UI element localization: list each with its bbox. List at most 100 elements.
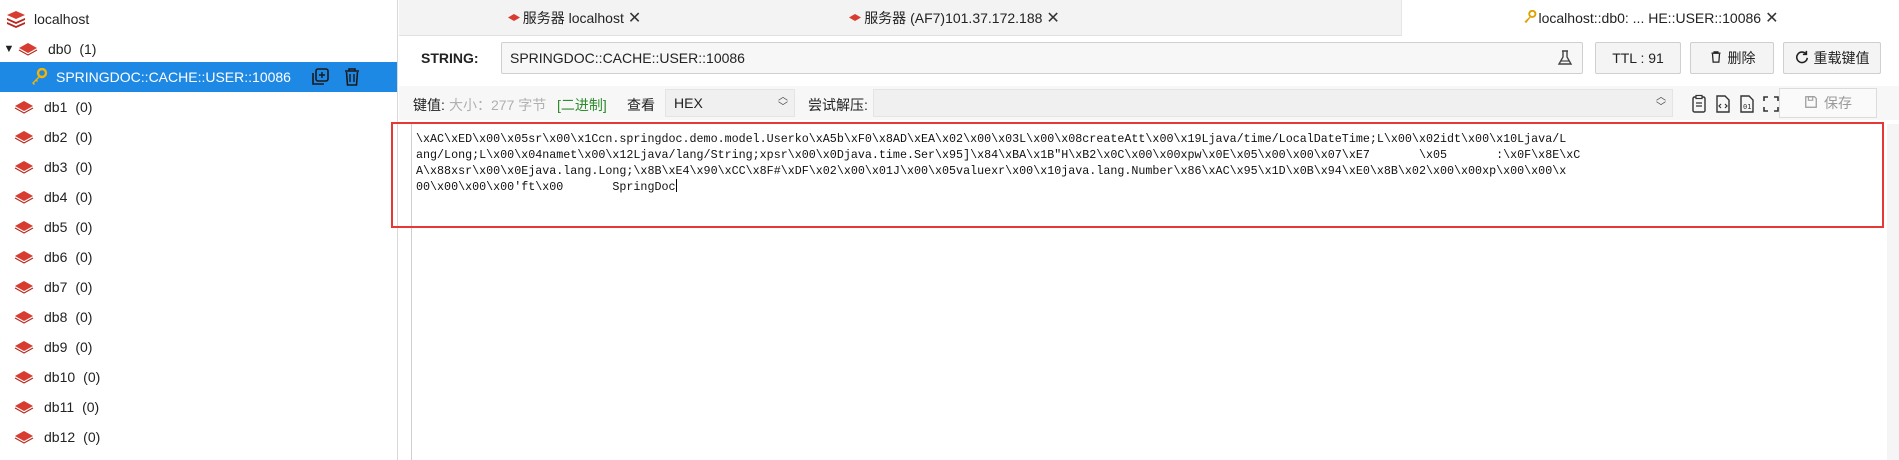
- db0-row[interactable]: ▼ db0 (1): [0, 34, 397, 64]
- db-label: db6: [44, 249, 68, 265]
- text-cursor: [675, 179, 677, 192]
- redis-db-icon: [14, 220, 34, 234]
- save-button[interactable]: 保存: [1779, 88, 1877, 118]
- value-label: 键值:: [413, 97, 445, 113]
- sidebar-tree: localhost ▼ db0 (1) SPRINGDOC::CACHE::US…: [0, 0, 398, 460]
- db-label: db4: [44, 189, 68, 205]
- db-label: db9: [44, 339, 68, 355]
- chevron-updown-icon: ︿ ﹀: [778, 92, 788, 113]
- key-name-value: SPRINGDOC::CACHE::USER::10086: [510, 50, 745, 66]
- db-count: (0): [75, 159, 93, 175]
- flask-icon[interactable]: [1556, 49, 1574, 70]
- key-row-selected[interactable]: SPRINGDOC::CACHE::USER::10086: [0, 62, 397, 92]
- db-count: (0): [75, 279, 93, 295]
- redis-db-icon: [14, 160, 34, 174]
- vertical-scrollbar[interactable]: [1887, 124, 1899, 460]
- db-count: (0): [83, 369, 101, 385]
- key-icon: [1523, 9, 1537, 27]
- connection-label: localhost: [34, 11, 90, 27]
- db-count: (0): [75, 309, 93, 325]
- value-line: ang/Long;L\x00\x04namet\x00\x12Ljava/lan…: [416, 148, 1581, 162]
- sidebar-item-db5[interactable]: db5 (0): [0, 212, 397, 242]
- sidebar-item-db2[interactable]: db2 (0): [0, 122, 397, 152]
- sidebar-item-db3[interactable]: db3 (0): [0, 152, 397, 182]
- close-icon[interactable]: ✕: [628, 8, 641, 28]
- copy-icon[interactable]: [309, 66, 331, 88]
- redis-stack-icon: [6, 10, 28, 28]
- view-label: 查看: [627, 97, 655, 113]
- db-label: db5: [44, 219, 68, 235]
- tab-server-remote[interactable]: 服务器 (AF7)101.37.172.188 ✕: [749, 0, 1159, 36]
- close-icon[interactable]: ✕: [1046, 8, 1059, 28]
- clipboard-icon[interactable]: [1689, 94, 1709, 114]
- db-label: db7: [44, 279, 68, 295]
- reload-icon: [1795, 50, 1809, 67]
- value-content[interactable]: \xAC\xED\x00\x05sr\x00\x1Ccn.springdoc.d…: [416, 131, 1884, 195]
- redis-db-icon: [14, 370, 34, 384]
- db-count: (0): [75, 129, 93, 145]
- db-label: db2: [44, 129, 68, 145]
- value-line: 00\x00\x00\x00'ft\x00 SpringDoc: [416, 180, 676, 194]
- redis-db-icon: [14, 310, 34, 324]
- value-line: \xAC\xED\x00\x05sr\x00\x1Ccn.springdoc.d…: [416, 132, 1567, 146]
- connection-row[interactable]: localhost: [0, 4, 397, 34]
- sidebar-item-db7[interactable]: db7 (0): [0, 272, 397, 302]
- sidebar-item-db6[interactable]: db6 (0): [0, 242, 397, 272]
- db0-label: db0: [48, 41, 72, 57]
- db-count: (0): [75, 99, 93, 115]
- svg-text:01: 01: [1743, 103, 1751, 111]
- redis-db-icon: [507, 10, 521, 26]
- sidebar-item-db12[interactable]: db12 (0): [0, 422, 397, 452]
- delete-label: 删除: [1727, 50, 1756, 66]
- key-header: STRING: SPRINGDOC::CACHE::USER::10086 TT…: [399, 38, 1899, 78]
- tab-label: 服务器 (AF7)101.37.172.188: [864, 10, 1043, 26]
- tab-label: localhost::db0: ... HE::USER::10086: [1538, 10, 1762, 26]
- db-label: db1: [44, 99, 68, 115]
- redis-db-icon: [14, 250, 34, 264]
- tab-bar: 服务器 localhost ✕ 服务器 (AF7)101.37.172.188 …: [399, 0, 1899, 36]
- selected-key-label: SPRINGDOC::CACHE::USER::10086: [56, 69, 291, 85]
- redis-db-icon: [14, 430, 34, 444]
- redis-db-icon: [14, 190, 34, 204]
- ttl-button[interactable]: TTL : 91: [1595, 42, 1681, 74]
- binary-file-icon[interactable]: 01: [1737, 94, 1757, 114]
- chevron-updown-icon: ︿ ﹀: [1656, 92, 1666, 113]
- value-editor[interactable]: \xAC\xED\x00\x05sr\x00\x1Ccn.springdoc.d…: [411, 124, 1899, 460]
- save-label: 保存: [1824, 95, 1852, 111]
- db-count: (0): [75, 219, 93, 235]
- trash-icon[interactable]: [341, 66, 363, 88]
- chevron-down-icon[interactable]: ▼: [2, 43, 16, 55]
- sidebar-item-db10[interactable]: db10 (0): [0, 362, 397, 392]
- sidebar-item-db4[interactable]: db4 (0): [0, 182, 397, 212]
- trash-icon: [1709, 50, 1723, 67]
- key-name-field[interactable]: SPRINGDOC::CACHE::USER::10086: [501, 42, 1583, 74]
- tab-label: 服务器 localhost: [522, 10, 624, 26]
- decompress-select[interactable]: ︿ ﹀: [873, 89, 1673, 117]
- view-format-select[interactable]: HEX ︿ ﹀: [665, 89, 795, 117]
- decompress-label: 尝试解压:: [808, 97, 868, 113]
- redis-db-icon: [14, 130, 34, 144]
- redis-db-icon: [14, 400, 34, 414]
- sidebar-item-db11[interactable]: db11 (0): [0, 392, 397, 422]
- key-type-label: STRING:: [421, 50, 479, 66]
- binary-label: [二进制]: [557, 97, 607, 113]
- sidebar-item-db1[interactable]: db1 (0): [0, 92, 397, 122]
- db-label: db10: [44, 369, 76, 385]
- code-format-icon[interactable]: [1713, 94, 1733, 114]
- tab-key[interactable]: localhost::db0: ... HE::USER::10086 ✕: [1401, 0, 1899, 36]
- sidebar-item-db9[interactable]: db9 (0): [0, 332, 397, 362]
- delete-button[interactable]: 删除: [1690, 42, 1774, 74]
- db-label: db3: [44, 159, 68, 175]
- db-count: (0): [75, 339, 93, 355]
- value-line: A\x88xsr\x00\x0Ejava.lang.Long;\x8B\xE4\…: [416, 164, 1567, 178]
- redis-db-icon: [14, 280, 34, 294]
- close-icon[interactable]: ✕: [1765, 8, 1778, 28]
- db-count: (0): [75, 249, 93, 265]
- key-icon: [30, 67, 48, 86]
- fullscreen-icon[interactable]: [1761, 94, 1781, 114]
- reload-label: 重载键值: [1813, 50, 1870, 66]
- reload-button[interactable]: 重载键值: [1783, 42, 1881, 74]
- save-icon: [1804, 95, 1818, 112]
- tab-server-localhost[interactable]: 服务器 localhost ✕: [399, 0, 749, 36]
- sidebar-item-db8[interactable]: db8 (0): [0, 302, 397, 332]
